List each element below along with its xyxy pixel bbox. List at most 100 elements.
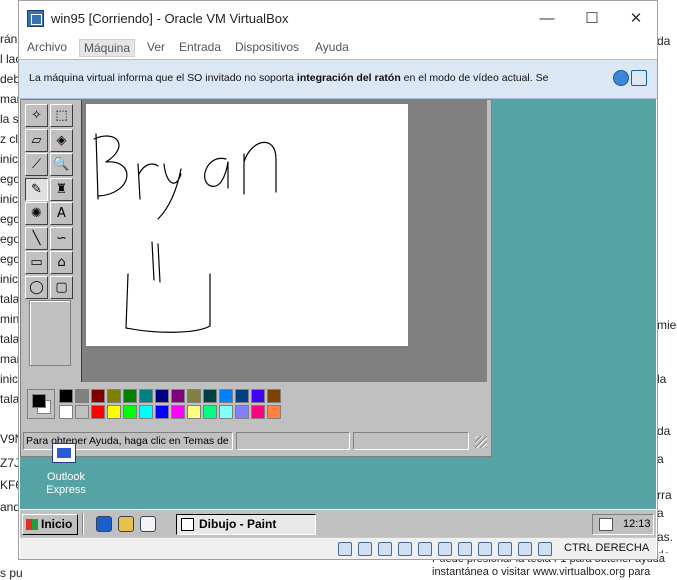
tool-eraser-icon[interactable]: ▱ <box>25 128 48 152</box>
usb-icon[interactable] <box>418 542 432 556</box>
tool-rounded-rect-icon[interactable]: ▢ <box>50 275 73 299</box>
tool-airbrush-icon[interactable]: ✺ <box>25 202 48 225</box>
scheduler-icon[interactable] <box>599 518 613 531</box>
palette-color-swatch[interactable] <box>123 405 137 419</box>
tool-rectangle-icon[interactable]: ▭ <box>25 251 48 274</box>
minimize-button[interactable]: — <box>524 7 570 33</box>
menu-ayuda[interactable]: Ayuda <box>311 39 353 55</box>
current-colors[interactable] <box>27 389 55 419</box>
palette-color-swatch[interactable] <box>187 405 201 419</box>
close-notice-icon[interactable] <box>613 70 629 86</box>
host-key-arrow-icon[interactable] <box>538 542 552 556</box>
taskbar-clock[interactable]: 12:13 <box>623 518 651 530</box>
tool-fill-icon[interactable]: ◈ <box>50 128 73 152</box>
palette-color-swatch[interactable] <box>107 389 121 403</box>
status-coordinates <box>236 432 350 450</box>
tool-rect-select-icon[interactable]: ⬚ <box>50 104 73 127</box>
palette-color-swatch[interactable] <box>235 405 249 419</box>
tool-curve-icon[interactable]: ∽ <box>50 226 73 250</box>
drawing-canvas[interactable] <box>86 104 408 346</box>
background-text-fragment: s pueden ser de: <box>0 566 22 580</box>
palette-color-swatch[interactable] <box>107 405 121 419</box>
tool-magnifier-icon[interactable]: 🔍 <box>50 153 73 176</box>
close-button[interactable]: ✕ <box>613 7 659 33</box>
tool-polygon-icon[interactable]: ⌂ <box>50 251 73 274</box>
background-text-fragment: da <box>657 424 671 438</box>
display-icon[interactable] <box>458 542 472 556</box>
palette-color-swatch[interactable] <box>251 389 265 403</box>
tool-line-icon[interactable]: ╲ <box>25 226 48 250</box>
outlook-express-icon[interactable] <box>52 443 76 463</box>
palette-color-swatch[interactable] <box>203 389 217 403</box>
start-button[interactable]: Inicio <box>22 514 78 535</box>
palette-color-swatch[interactable] <box>91 389 105 403</box>
palette-color-swatch[interactable] <box>59 405 73 419</box>
palette-color-swatch[interactable] <box>155 405 169 419</box>
palette-color-swatch[interactable] <box>171 405 185 419</box>
background-text-fragment: min <box>0 312 20 326</box>
canvas-area <box>81 100 487 382</box>
taskbar-divider <box>82 513 84 535</box>
palette-color-swatch[interactable] <box>203 405 217 419</box>
palette-color-swatch[interactable] <box>267 389 281 403</box>
tool-text-icon[interactable]: A <box>50 202 73 225</box>
paint-window[interactable]: ✧ ⬚ ▱ ◈ ⟋ 🔍 ✎ ♜ ✺ A ╲ ∽ ▭ ⌂ ◯ ▢ Para obt… <box>20 99 492 457</box>
stroke-a <box>204 157 229 189</box>
tool-picker-icon[interactable]: ⟋ <box>25 153 48 176</box>
video-capture-icon[interactable] <box>478 542 492 556</box>
cpu-icon[interactable] <box>498 542 512 556</box>
network-icon[interactable] <box>398 542 412 556</box>
palette-color-swatch[interactable] <box>139 405 153 419</box>
stroke-r <box>137 163 159 200</box>
palette-color-swatch[interactable] <box>251 405 265 419</box>
internet-explorer-icon[interactable] <box>96 516 112 532</box>
foreground-color-swatch <box>32 394 46 408</box>
palette-color-swatch[interactable] <box>155 389 169 403</box>
palette-color-swatch[interactable] <box>91 405 105 419</box>
menu-entrada[interactable]: Entrada <box>175 39 225 55</box>
menu-archivo[interactable]: Archivo <box>23 39 71 55</box>
hard-disk-icon[interactable] <box>338 542 352 556</box>
palette-color-swatch[interactable] <box>123 389 137 403</box>
task-button-paint[interactable]: Dibujo - Paint <box>176 514 316 535</box>
tool-pencil-icon[interactable]: ✎ <box>25 177 48 201</box>
palette-color-swatch[interactable] <box>59 389 73 403</box>
windows-logo-icon <box>26 519 38 530</box>
menu-ver[interactable]: Ver <box>143 39 169 55</box>
system-tray: 12:13 <box>592 514 654 535</box>
palette-color-swatch[interactable] <box>267 405 281 419</box>
tool-options-box[interactable] <box>29 300 71 366</box>
palette-color-swatch[interactable] <box>171 389 185 403</box>
shared-folders-icon[interactable] <box>438 542 452 556</box>
notice-text-bold: integración del ratón <box>296 72 401 84</box>
palette-color-swatch[interactable] <box>139 389 153 403</box>
palette-color-swatch[interactable] <box>219 389 233 403</box>
background-document-right: damieladaarraaas.da <box>657 0 677 580</box>
show-desktop-icon[interactable] <box>140 516 156 532</box>
palette-color-swatch[interactable] <box>187 389 201 403</box>
tool-ellipse-icon[interactable]: ◯ <box>25 275 48 299</box>
notice-text: La máquina virtual informa que el SO inv… <box>29 72 548 84</box>
win95-taskbar: Inicio Dibujo - Paint 12:13 <box>20 509 656 537</box>
outlook-quick-icon[interactable] <box>118 516 134 532</box>
menu-dispositivos[interactable]: Dispositivos <box>231 39 303 55</box>
audio-icon[interactable] <box>378 542 392 556</box>
mouse-icon[interactable] <box>518 542 532 556</box>
outlook-express-label[interactable]: Outlook Express <box>36 471 96 497</box>
palette-color-swatch[interactable] <box>75 389 89 403</box>
guest-display[interactable]: ✧ ⬚ ▱ ◈ ⟋ 🔍 ✎ ♜ ✺ A ╲ ∽ ▭ ⌂ ◯ ▢ Para obt… <box>20 99 656 537</box>
palette-color-swatch[interactable] <box>219 405 233 419</box>
mouse-integration-notice: La máquina virtual informa que el SO inv… <box>19 59 657 99</box>
optical-drive-icon[interactable] <box>358 542 372 556</box>
mouse-integration-icon[interactable] <box>631 70 647 86</box>
palette-color-swatch[interactable] <box>75 405 89 419</box>
task-button-label: Dibujo - Paint <box>199 517 277 531</box>
palette-color-swatch[interactable] <box>235 389 249 403</box>
canvas-resize-handle[interactable] <box>404 100 410 104</box>
tool-free-select-icon[interactable]: ✧ <box>25 104 48 127</box>
tool-brush-icon[interactable]: ♜ <box>50 177 73 201</box>
maximize-button[interactable]: ☐ <box>569 7 615 33</box>
resize-grip-icon[interactable] <box>475 436 487 448</box>
menu-maquina[interactable]: Máquina <box>79 39 136 57</box>
background-text-fragment: la <box>657 372 667 386</box>
